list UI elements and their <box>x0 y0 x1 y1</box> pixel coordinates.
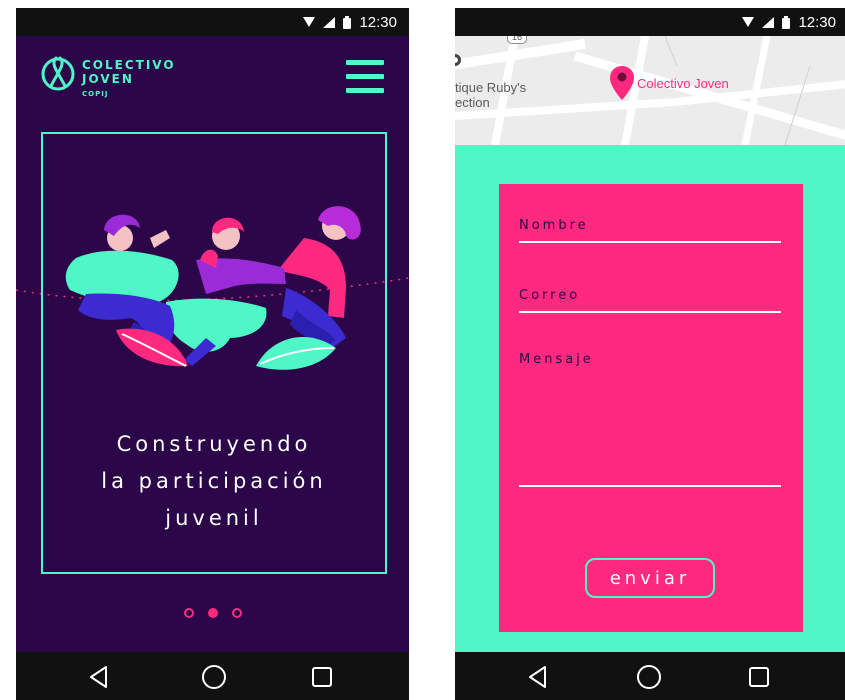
carousel-dot[interactable] <box>232 608 242 618</box>
submit-button[interactable]: enviar <box>585 558 715 598</box>
hero-line-2: la participación <box>101 469 327 493</box>
phone-screen-contact: 12:30 16 tique Ruby's ection Colectivo J… <box>455 8 845 700</box>
recents-square-icon[interactable] <box>747 665 771 689</box>
signal-icon <box>762 16 775 28</box>
hero-headline: Construyendo la participación juvenil <box>41 426 387 537</box>
message-field-label: Mensaje <box>519 352 594 367</box>
map-pin-label[interactable]: Colectivo Joven <box>637 76 729 91</box>
hero-line-1: Construyendo <box>116 432 312 456</box>
location-pin-icon[interactable] <box>610 66 634 100</box>
battery-icon <box>343 15 352 29</box>
brand-line-2: JOVEN <box>82 72 134 86</box>
android-nav-bar <box>16 652 409 700</box>
name-field-label: Nombre <box>519 218 589 233</box>
home-circle-icon[interactable] <box>200 663 228 691</box>
android-nav-bar <box>455 652 845 700</box>
wifi-icon <box>303 17 316 27</box>
menu-hamburger-icon[interactable] <box>346 60 384 94</box>
map-view[interactable]: 16 tique Ruby's ection Colectivo Joven <box>455 36 845 145</box>
brand-name: COLECTIVO JOVEN COPIJ <box>82 58 176 99</box>
email-field[interactable] <box>519 311 781 313</box>
back-triangle-icon[interactable] <box>86 664 112 690</box>
signal-icon <box>323 16 336 28</box>
back-triangle-icon[interactable] <box>525 664 551 690</box>
hero-line-3: juvenil <box>165 506 263 530</box>
wifi-icon <box>742 17 755 27</box>
carousel-indicator <box>184 608 242 618</box>
brand-sub: COPIJ <box>82 90 109 98</box>
battery-icon <box>782 15 791 29</box>
recents-square-icon[interactable] <box>310 665 334 689</box>
hero-illustration <box>65 206 361 370</box>
logo-mark-icon <box>41 56 75 91</box>
brand-line-1: COLECTIVO <box>82 58 176 72</box>
phone-screen-home: 12:30 COLECTIVO JOVEN COPIJ Construyendo… <box>16 8 409 700</box>
contact-form: Nombre Correo Mensaje enviar <box>499 184 803 632</box>
status-bar: 12:30 <box>16 8 409 36</box>
carousel-dot[interactable] <box>184 608 194 618</box>
status-time: 12:30 <box>359 13 397 31</box>
home-circle-icon[interactable] <box>635 663 663 691</box>
email-field-label: Correo <box>519 288 581 303</box>
status-time: 12:30 <box>798 13 836 31</box>
status-bar: 12:30 <box>455 8 845 36</box>
name-field[interactable] <box>519 241 781 243</box>
map-place-label: tique Ruby's ection <box>455 80 527 110</box>
message-field[interactable] <box>519 485 781 487</box>
carousel-dot-active[interactable] <box>208 608 218 618</box>
road-badge: 16 <box>507 36 527 44</box>
logo <box>38 52 78 92</box>
